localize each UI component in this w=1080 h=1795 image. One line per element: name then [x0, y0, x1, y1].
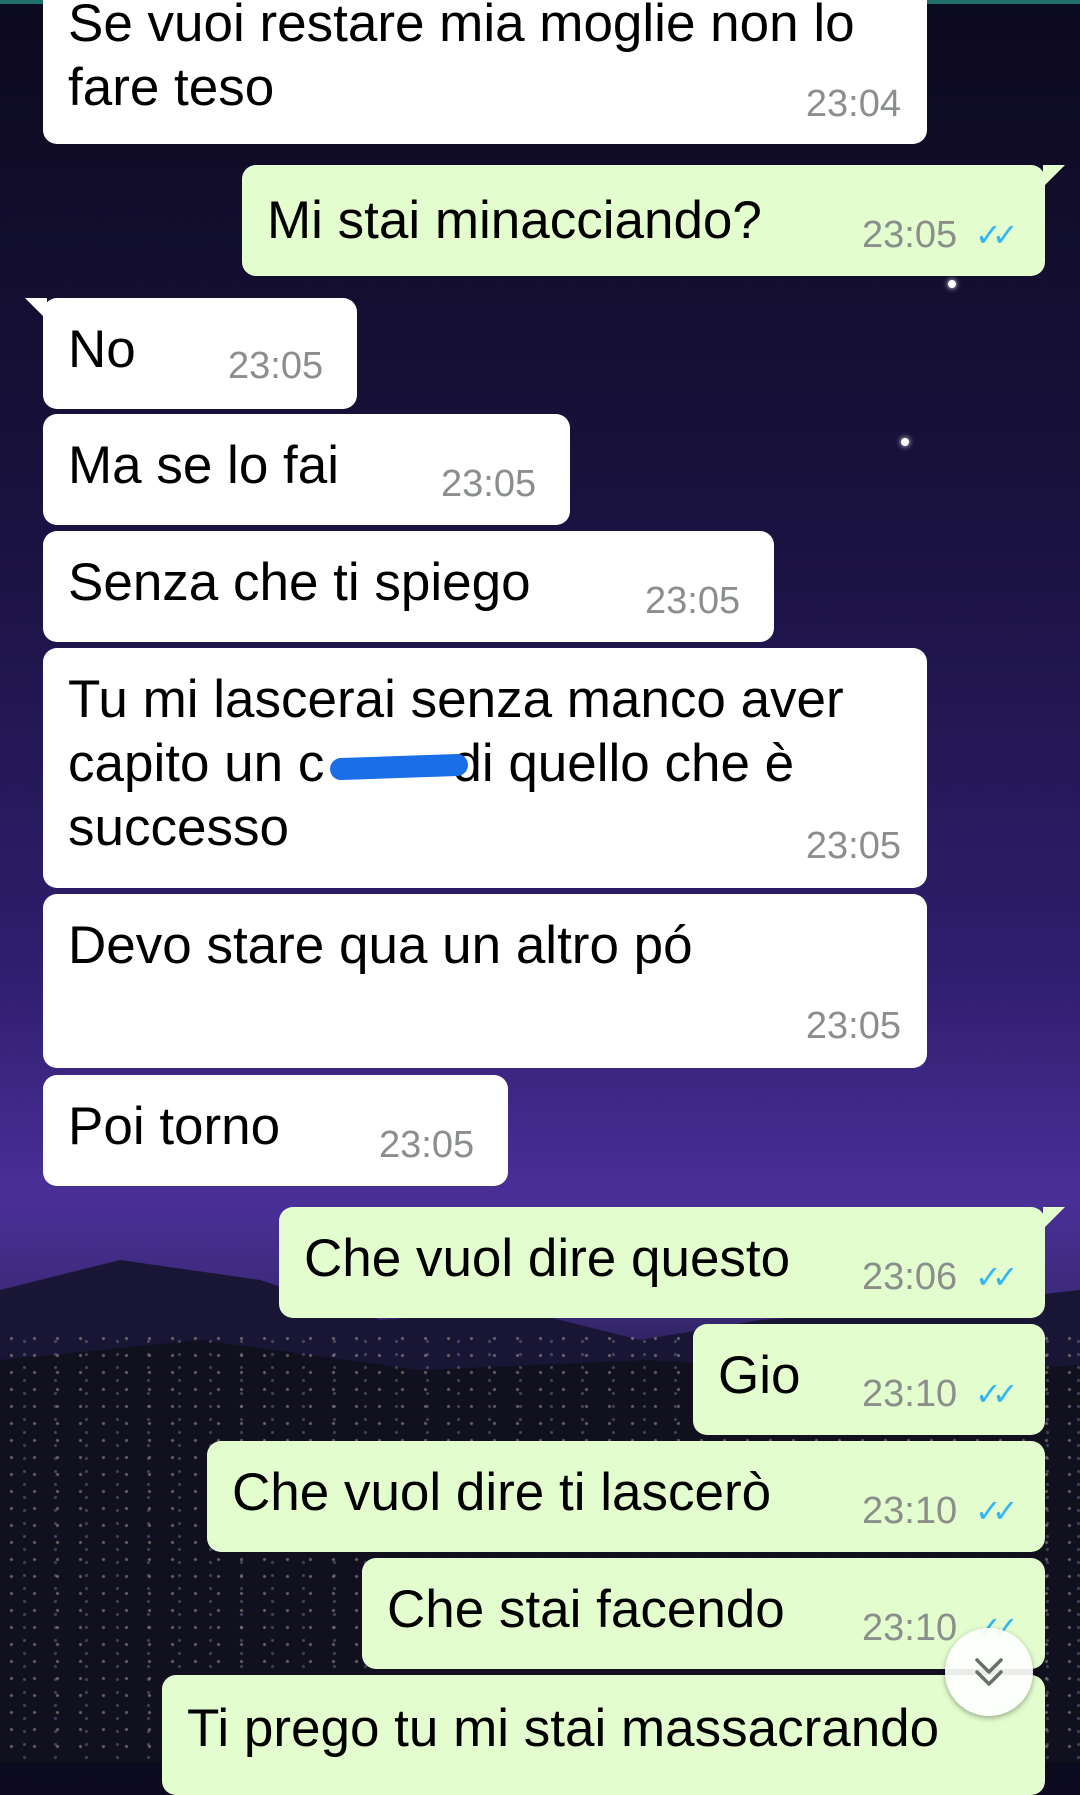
- double-check-icon: ✓✓: [975, 1493, 1019, 1529]
- message-outgoing[interactable]: Ti prego tu mi stai massacrando: [162, 1675, 1045, 1795]
- message-time: 23:10: [862, 1607, 958, 1649]
- message-text: Se vuoi restare mia moglie non lo: [68, 0, 855, 53]
- double-check-icon: ✓✓: [975, 1376, 1019, 1412]
- message-outgoing[interactable]: Che vuol dire questo 23:06 ✓✓: [279, 1207, 1065, 1318]
- redaction-mark: [329, 753, 469, 781]
- message-text: Poi torno: [68, 1097, 281, 1156]
- message-text: fare teso: [68, 58, 275, 117]
- message-incoming[interactable]: Ma se lo fai 23:05: [43, 414, 570, 525]
- message-time: 23:05: [228, 345, 324, 387]
- message-time: 23:10: [862, 1373, 958, 1415]
- message-incoming[interactable]: Tu mi lascerai senza manco aver capito u…: [43, 648, 927, 888]
- message-text-line: capito un c di quello che è: [68, 732, 844, 796]
- message-text: Che vuol dire questo: [304, 1229, 791, 1288]
- chevron-double-down-icon: [975, 1658, 1003, 1686]
- double-check-icon: ✓✓: [975, 1259, 1019, 1295]
- message-text: di quello che è: [452, 734, 795, 793]
- message-time: 23:10: [862, 1490, 958, 1532]
- message-text: capito un c: [68, 734, 325, 793]
- message-time: 23:05: [379, 1124, 475, 1166]
- message-text: Gio: [718, 1346, 801, 1405]
- message-incoming[interactable]: Poi torno 23:05: [43, 1075, 508, 1186]
- message-text: Ma se lo fai: [68, 436, 340, 495]
- message-time: 23:05: [645, 580, 741, 622]
- message-time: 23:05: [805, 1005, 901, 1047]
- message-text: Ti prego tu mi stai massacrando: [187, 1699, 940, 1758]
- message-time: 23:05: [862, 214, 958, 256]
- message-incoming[interactable]: Senza che ti spiego 23:05: [43, 531, 774, 642]
- bubble-tail: [1043, 165, 1065, 187]
- star: [901, 438, 909, 446]
- double-check-icon: ✓✓: [975, 217, 1019, 253]
- message-outgoing[interactable]: Che vuol dire ti lascerò 23:10 ✓✓: [207, 1441, 1045, 1552]
- message-text: successo: [68, 798, 289, 857]
- message-text: Senza che ti spiego: [68, 553, 531, 612]
- message-time: 23:05: [805, 825, 901, 867]
- message-text: Mi stai minacciando?: [267, 191, 762, 250]
- message-incoming[interactable]: Devo stare qua un altro pó 23:05: [43, 894, 927, 1068]
- message-time: 23:05: [441, 463, 537, 505]
- message-outgoing[interactable]: Gio 23:10 ✓✓: [693, 1324, 1045, 1435]
- message-outgoing[interactable]: Che stai facendo 23:10 ✓✓: [362, 1558, 1045, 1669]
- scroll-to-bottom-button[interactable]: [945, 1628, 1033, 1716]
- message-text: Che stai facendo: [387, 1580, 785, 1639]
- message-text: Tu mi lascerai senza manco aver: [68, 670, 844, 729]
- message-time: 23:06: [862, 1256, 958, 1298]
- message-outgoing[interactable]: Mi stai minacciando? 23:05 ✓✓: [242, 165, 1065, 276]
- bubble-tail: [1043, 1207, 1065, 1229]
- message-text: Devo stare qua un altro pó: [68, 916, 693, 975]
- message-text: No: [68, 320, 136, 379]
- message-incoming[interactable]: No 23:05: [25, 298, 357, 409]
- star: [948, 280, 956, 288]
- bubble-tail: [25, 298, 47, 320]
- message-time: 23:04: [805, 83, 901, 125]
- message-text: Che vuol dire ti lascerò: [232, 1463, 772, 1522]
- message-incoming[interactable]: Se vuoi restare mia moglie non lo fare t…: [43, 0, 927, 144]
